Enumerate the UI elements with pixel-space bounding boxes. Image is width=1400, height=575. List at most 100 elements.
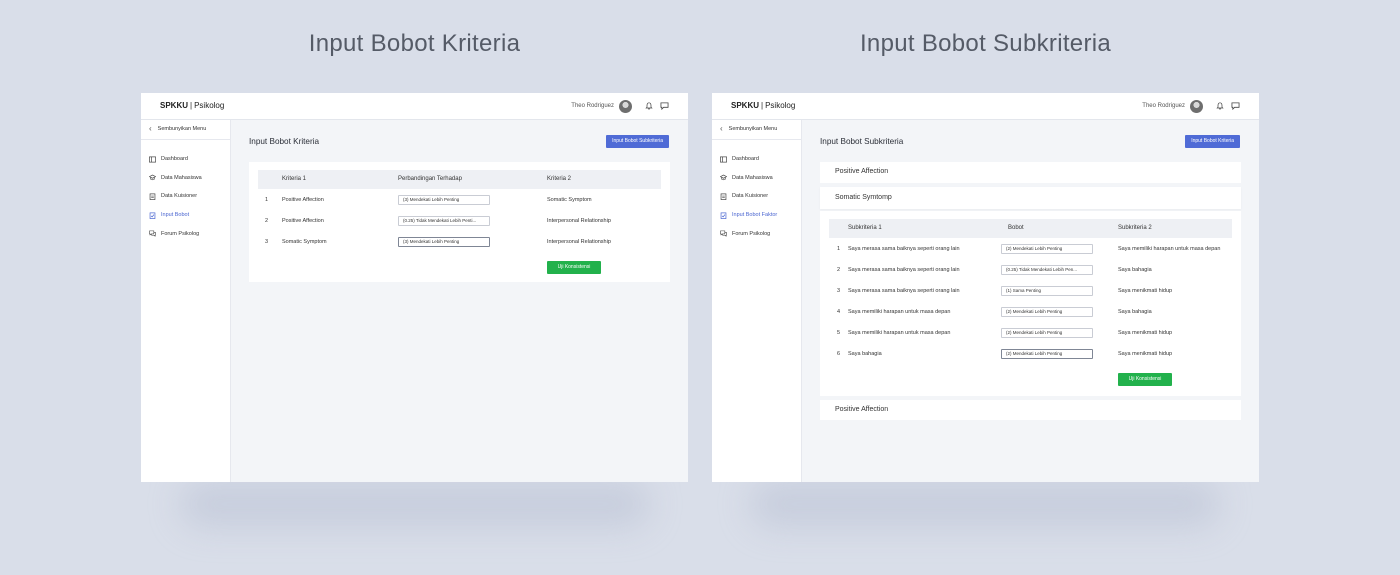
chevron-left-icon: ‹ — [720, 124, 723, 133]
column-header: Bobot — [1008, 225, 1024, 231]
chevron-left-icon: ‹ — [149, 124, 152, 133]
subkriteria-1: Saya bahagia — [848, 351, 882, 357]
subkriteria-2: Saya menikmati hidup — [1118, 288, 1173, 294]
table-row: 1 Saya merasa sama baiknya seperti orang… — [829, 239, 1232, 260]
kriteria-1: Positive Affection — [282, 218, 324, 224]
window-shadow — [750, 480, 1220, 528]
sidebar-item-data-mahasiswa[interactable]: Data Mahasiswa — [149, 169, 229, 188]
kriteria-2: Interpersonal Relationship — [547, 239, 611, 245]
sidebar-item-data-mahasiswa[interactable]: Data Mahasiswa — [720, 169, 800, 188]
accordion-label: Positive Affection — [835, 168, 889, 175]
bell-icon[interactable] — [1216, 102, 1224, 110]
weight-icon — [149, 212, 156, 219]
page-title: Input Bobot Kriteria — [249, 137, 320, 146]
uji-konsistensi-button[interactable]: Uji Konsistensi — [547, 261, 601, 274]
column-header: Kriteria 1 — [282, 176, 307, 182]
avatar[interactable] — [619, 100, 632, 113]
top-bar: SPKKU | Psikolog Theo Rodriguez — [141, 93, 688, 120]
comparison-select[interactable]: (3) Mendekati Lebih Penting — [398, 237, 490, 247]
comparison-select[interactable]: (3) Mendekati Lebih Penting — [398, 195, 490, 205]
sidebar-item-dashboard[interactable]: Dashboard — [149, 150, 229, 169]
window-shadow — [180, 480, 650, 528]
user-name[interactable]: Theo Rodriguez — [1142, 103, 1185, 109]
bell-icon[interactable] — [645, 102, 653, 110]
brand-logo[interactable]: SPKKU | Psikolog — [160, 101, 224, 110]
subkriteria-2: Saya bahagia — [1118, 267, 1152, 273]
table-header: Subkriteria 1 Bobot Subkriteria 2 — [829, 219, 1232, 238]
clipboard-icon — [149, 193, 156, 200]
user-name[interactable]: Theo Rodriguez — [571, 103, 614, 109]
uji-konsistensi-button[interactable]: Uji Konsistensi — [1118, 373, 1172, 386]
sidebar-item-data-kuisioner[interactable]: Data Kuisioner — [149, 187, 229, 206]
subkriteria-1: Saya merasa sama baiknya seperti orang l… — [848, 288, 960, 294]
main-content: Input Bobot Kriteria Input Bobot Subkrit… — [232, 120, 688, 482]
brand-sub: Psikolog — [765, 101, 796, 110]
row-number: 2 — [837, 267, 841, 273]
sidebar-item-label: Data Mahasiswa — [732, 174, 773, 181]
sidebar-item-label: Input Bobot — [161, 212, 190, 219]
row-number: 1 — [265, 197, 269, 203]
sidebar-item-input-bobot-faktor[interactable]: Input Bobot Faktor — [720, 206, 800, 225]
row-number: 4 — [837, 309, 841, 315]
collapse-menu-button[interactable]: ‹ Sembunyikan Menu — [720, 125, 777, 133]
main-content: Input Bobot Subkriteria Input Bobot Krit… — [803, 120, 1259, 482]
column-header: Kriteria 2 — [547, 176, 572, 182]
sidebar-divider — [141, 139, 231, 140]
comparison-select[interactable]: (0.25) Tidak Mendekati Lebih Penti... — [398, 216, 490, 226]
collapse-menu-button[interactable]: ‹ Sembunyikan Menu — [149, 125, 206, 133]
subkriteria-2: Saya menikmati hidup — [1118, 351, 1173, 357]
sidebar-item-label: Forum Psikolog — [161, 230, 200, 237]
sidebar-menu: Dashboard Data Mahasiswa Data Kuisioner … — [720, 150, 800, 243]
dashboard-icon — [149, 156, 156, 163]
subkriteria-1: Saya memiliki harapan untuk masa depan — [848, 330, 951, 336]
subkriteria-2: Saya menikmati hidup — [1118, 330, 1173, 336]
bobot-select[interactable]: (2) Mendekati Lebih Penting — [1001, 307, 1093, 317]
sidebar-item-label: Data Mahasiswa — [161, 174, 202, 181]
chat-icon[interactable] — [660, 102, 669, 110]
column-header: Subkriteria 1 — [848, 225, 882, 231]
students-icon — [720, 175, 727, 181]
subkriteria-table-card: Subkriteria 1 Bobot Subkriteria 2 1 Saya… — [820, 211, 1241, 396]
accordion-somatic-symtomp[interactable]: Somatic Symtomp — [820, 187, 1241, 209]
table-row: 4 Saya memiliki harapan untuk masa depan… — [829, 302, 1232, 323]
collapse-label: Sembunyikan Menu — [157, 126, 207, 132]
sidebar-menu: Dashboard Data Mahasiswa Data Kuisioner … — [149, 150, 229, 243]
input-bobot-subkriteria-button[interactable]: Input Bobot Subkriteria — [606, 135, 669, 148]
brand-logo[interactable]: SPKKU | Psikolog — [731, 101, 795, 110]
sidebar-item-forum-psikolog[interactable]: Forum Psikolog — [720, 224, 800, 243]
sidebar-item-dashboard[interactable]: Dashboard — [720, 150, 800, 169]
sidebar-item-label: Input Bobot Faktor — [732, 212, 778, 219]
bobot-select[interactable]: (2) Mendekati Lebih Penting — [1001, 244, 1093, 254]
table-row: 3 Saya merasa sama baiknya seperti orang… — [829, 281, 1232, 302]
bobot-select[interactable]: (2) Mendekati Lebih Penting — [1001, 349, 1093, 359]
table-row: 6 Saya bahagia (2) Mendekati Lebih Penti… — [829, 344, 1232, 365]
sidebar: ‹ Sembunyikan Menu Dashboard Data Mahasis… — [712, 120, 802, 482]
bobot-select[interactable]: (2) Mendekati Lebih Penting — [1001, 328, 1093, 338]
kriteria-table-card: Kriteria 1 Perbandingan Terhadap Kriteri… — [249, 162, 670, 282]
accordion-positive-affection-2[interactable]: Positive Affection — [820, 400, 1241, 420]
table-row: 2 Saya merasa sama baiknya seperti orang… — [829, 260, 1232, 281]
brand-name: SPKKU — [160, 101, 189, 110]
sidebar-divider — [712, 139, 802, 140]
sidebar-item-label: Forum Psikolog — [732, 230, 771, 237]
column-header: Subkriteria 2 — [1118, 225, 1152, 231]
forum-icon — [720, 230, 727, 237]
input-bobot-kriteria-button[interactable]: Input Bobot Kriteria — [1185, 135, 1240, 148]
bobot-select[interactable]: (1) Sama Penting — [1001, 286, 1093, 296]
weight-icon — [720, 212, 727, 219]
row-number: 3 — [837, 288, 841, 294]
table-row: 3 Somatic Symptom (3) Mendekati Lebih Pe… — [258, 231, 661, 252]
sidebar-item-label: Data Kuisioner — [161, 193, 198, 200]
accordion-positive-affection[interactable]: Positive Affection — [820, 162, 1241, 183]
sidebar-item-forum-psikolog[interactable]: Forum Psikolog — [149, 224, 229, 243]
sidebar-item-input-bobot[interactable]: Input Bobot — [149, 206, 229, 225]
accordion-label: Somatic Symtomp — [835, 194, 892, 201]
sidebar: ‹ Sembunyikan Menu Dashboard Data Mahasis… — [141, 120, 231, 482]
sidebar-item-data-kuisioner[interactable]: Data Kuisioner — [720, 187, 800, 206]
chat-icon[interactable] — [1231, 102, 1240, 110]
sidebar-item-label: Data Kuisioner — [732, 193, 769, 200]
brand-name: SPKKU — [731, 101, 760, 110]
row-number: 3 — [265, 239, 269, 245]
bobot-select[interactable]: (0.25) Tidak Mendekati Lebih Pen... — [1001, 265, 1093, 275]
avatar[interactable] — [1190, 100, 1203, 113]
